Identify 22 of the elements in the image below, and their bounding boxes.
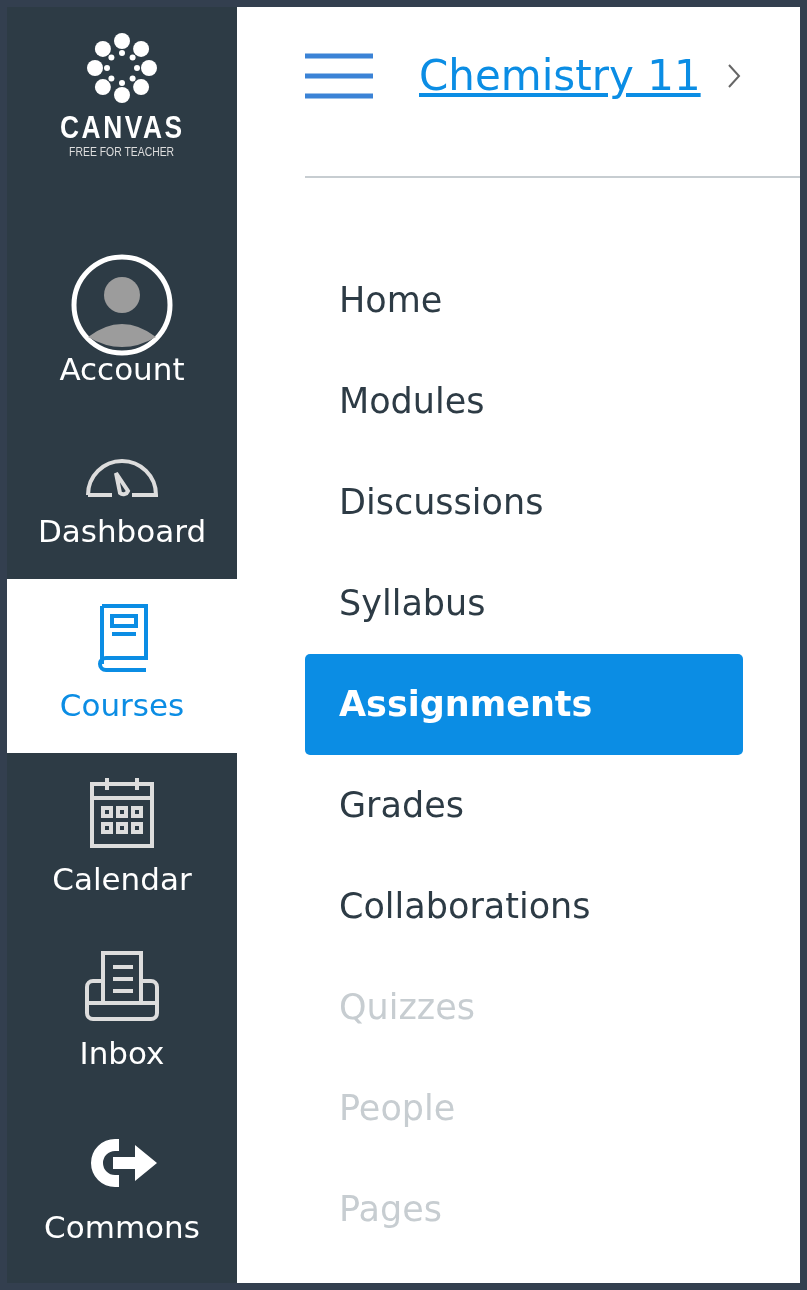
nav-item[interactable]: Courses [7, 579, 237, 753]
course-nav-link[interactable]: Syllabus [305, 553, 743, 654]
course-nav-link[interactable]: Assignments [305, 654, 743, 755]
logo-icon [87, 33, 157, 103]
nav-item[interactable]: Calendar [7, 753, 237, 927]
nav-item[interactable]: Inbox [7, 927, 237, 1101]
course-nav-link[interactable]: Home [305, 250, 743, 351]
logo-title: CANVAS [59, 111, 185, 146]
inbox-icon [85, 949, 159, 1023]
menu-icon[interactable] [305, 52, 373, 99]
nav-item[interactable]: Account [7, 231, 237, 405]
course-nav-link[interactable]: Modules [305, 351, 743, 452]
logo-subtitle: FREE FOR TEACHER [69, 145, 175, 160]
calendar-icon [89, 775, 155, 849]
avatar-icon [70, 253, 174, 357]
chevron-icon [726, 62, 741, 89]
breadcrumb-link[interactable]: Chemistry 11 [419, 44, 701, 107]
nav-item[interactable]: Dashboard [7, 405, 237, 579]
course-nav-link[interactable]: Grades [305, 755, 743, 856]
course-nav-link[interactable]: Discussions [305, 452, 743, 553]
nav-item[interactable]: Commons [7, 1101, 237, 1275]
course-nav-link[interactable]: Collaborations [305, 856, 743, 957]
